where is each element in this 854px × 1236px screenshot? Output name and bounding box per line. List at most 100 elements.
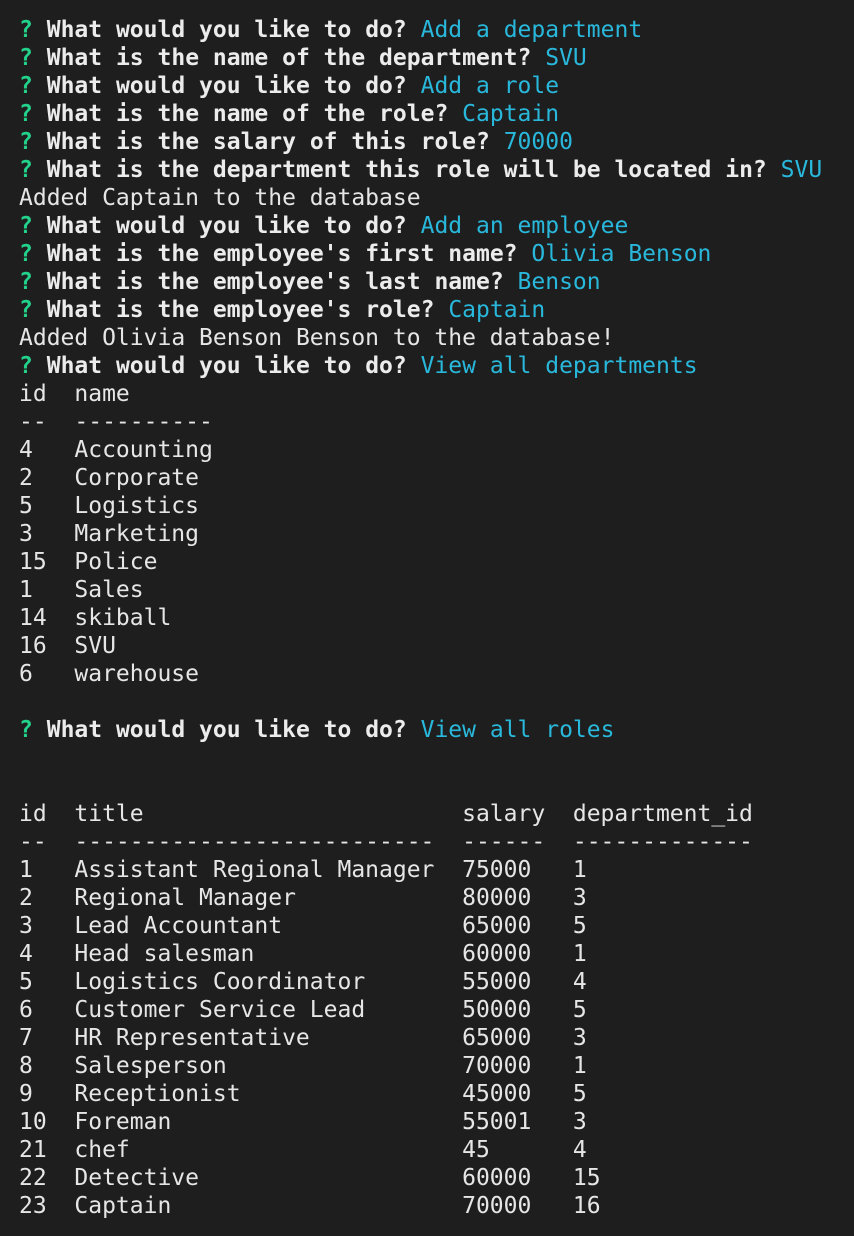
departments-row: 4 Accounting (19, 436, 854, 464)
roles-cell: 70000 (462, 1193, 532, 1219)
roles-cell: 3 (572, 1109, 587, 1135)
prompt-marker: ? (19, 297, 33, 323)
departments-cell: 3 (19, 521, 33, 547)
answer: View all roles (420, 717, 615, 743)
roles-cell: 55000 (462, 969, 532, 995)
departments-cell: 14 (19, 605, 47, 631)
answer: SVU (780, 157, 823, 183)
qa-5: ? What is the department this role will … (19, 156, 854, 184)
terminal-output: ? What would you like to do? Add a depar… (0, 0, 854, 1236)
question: What would you like to do? (46, 17, 407, 43)
roles-cell: Detective (74, 1165, 199, 1191)
roles-cell: 3 (572, 1025, 587, 1051)
departments-row: 2 Corporate (19, 464, 854, 492)
roles-cell: department_id (572, 801, 753, 827)
roles-cell: Customer Service Lead (74, 997, 366, 1023)
qa-11: ? What would you like to do? View all ro… (19, 716, 854, 744)
answer: View all departments (420, 353, 698, 379)
departments-cell: ---------- (74, 409, 213, 435)
departments-cell: name (74, 381, 130, 407)
departments-cell: 5 (19, 493, 33, 519)
roles-row: 5 Logistics Coordinator 55000 4 (19, 968, 854, 996)
roles-cell: 80000 (462, 885, 532, 911)
roles-cell: 70000 (462, 1053, 532, 1079)
answer: SVU (545, 45, 587, 71)
roles-cell: 22 (19, 1165, 47, 1191)
roles-cell: 3 (19, 913, 33, 939)
roles-cell: 65000 (462, 1025, 532, 1051)
prompt-marker: ? (19, 353, 33, 379)
roles-cell: Lead Accountant (74, 913, 283, 939)
departments-cell: Police (74, 549, 158, 575)
qa-1: ? What is the name of the department? SV… (19, 44, 854, 72)
roles-cell: Foreman (74, 1109, 172, 1135)
roles-cell: 8 (19, 1053, 33, 1079)
roles-cell: 1 (572, 857, 587, 883)
departments-row: 15 Police (19, 548, 854, 576)
departments-cell: id (19, 381, 47, 407)
qa-9: ? What is the employee's role? Captain (19, 296, 854, 324)
departments-cell: -- (19, 409, 47, 435)
roles-cell: 45 (462, 1137, 490, 1163)
roles-cell: ------ (462, 829, 546, 855)
roles-cell: Receptionist (74, 1081, 241, 1107)
roles-row: 9 Receptionist 45000 5 (19, 1080, 854, 1108)
answer: Olivia Benson (531, 241, 712, 267)
roles-cell: HR Representative (74, 1025, 310, 1051)
question: What is the name of the role? (46, 101, 449, 127)
roles-separator-row: -- -------------------------- ------ ------… (19, 828, 854, 856)
roles-cell: 5 (572, 997, 587, 1023)
departments-cell: Accounting (74, 437, 213, 463)
prompt-marker: ? (19, 101, 33, 127)
roles-row: 21 chef 45 4 (19, 1136, 854, 1164)
roles-cell: id (19, 801, 47, 827)
answer: Add a role (420, 73, 560, 99)
qa-0: ? What would you like to do? Add a depar… (19, 16, 854, 44)
roles-cell: -- (19, 829, 47, 855)
departments-row: 6 warehouse (19, 660, 854, 688)
roles-row: 7 HR Representative 65000 3 (19, 1024, 854, 1052)
departments-cell: Marketing (74, 521, 199, 547)
departments-row: 16 SVU (19, 632, 854, 660)
qa-2: ? What would you like to do? Add a role (19, 72, 854, 100)
roles-cell: 55001 (462, 1109, 532, 1135)
answer: Add a department (420, 17, 643, 43)
departments-table: id name -- ---------- 4 Accounting 2 Corporate 5… (19, 380, 854, 688)
roles-cell: 1 (572, 1053, 587, 1079)
roles-header-row: id title salary department_id (19, 800, 854, 828)
roles-cell: 1 (19, 857, 33, 883)
roles-cell: Assistant Regional Manager (74, 857, 435, 883)
roles-cell: 5 (572, 913, 587, 939)
roles-cell: Logistics Coordinator (74, 969, 366, 995)
departments-cell: 16 (19, 633, 47, 659)
roles-cell: 3 (572, 885, 587, 911)
roles-cell: Salesperson (74, 1053, 227, 1079)
prompt-marker: ? (19, 717, 33, 743)
roles-cell: 23 (19, 1193, 47, 1219)
roles-cell: 4 (572, 969, 587, 995)
prompt-marker: ? (19, 213, 33, 239)
prompt-marker: ? (19, 73, 33, 99)
departments-header-row: id name (19, 380, 854, 408)
departments-cell: 4 (19, 437, 33, 463)
roles-cell: Regional Manager (74, 885, 296, 911)
departments-row: 3 Marketing (19, 520, 854, 548)
roles-table: id title salary department_id -- ------------… (19, 800, 854, 1220)
departments-cell: Corporate (74, 465, 199, 491)
roles-cell: 65000 (462, 913, 532, 939)
answer: Benson (517, 269, 601, 295)
roles-cell: 45000 (462, 1081, 532, 1107)
roles-row: 10 Foreman 55001 3 (19, 1108, 854, 1136)
roles-cell: 5 (19, 969, 33, 995)
prompt-marker: ? (19, 157, 33, 183)
departments-cell: skiball (74, 605, 172, 631)
roles-cell: 21 (19, 1137, 47, 1163)
question: What would you like to do? (46, 717, 407, 743)
added-employee-message: Added Olivia Benson Benson to the databa… (19, 325, 615, 351)
roles-row: 8 Salesperson 70000 1 (19, 1052, 854, 1080)
departments-row: 1 Sales (19, 576, 854, 604)
answer: Captain (448, 297, 546, 323)
roles-cell: 75000 (462, 857, 532, 883)
roles-cell: 50000 (462, 997, 532, 1023)
